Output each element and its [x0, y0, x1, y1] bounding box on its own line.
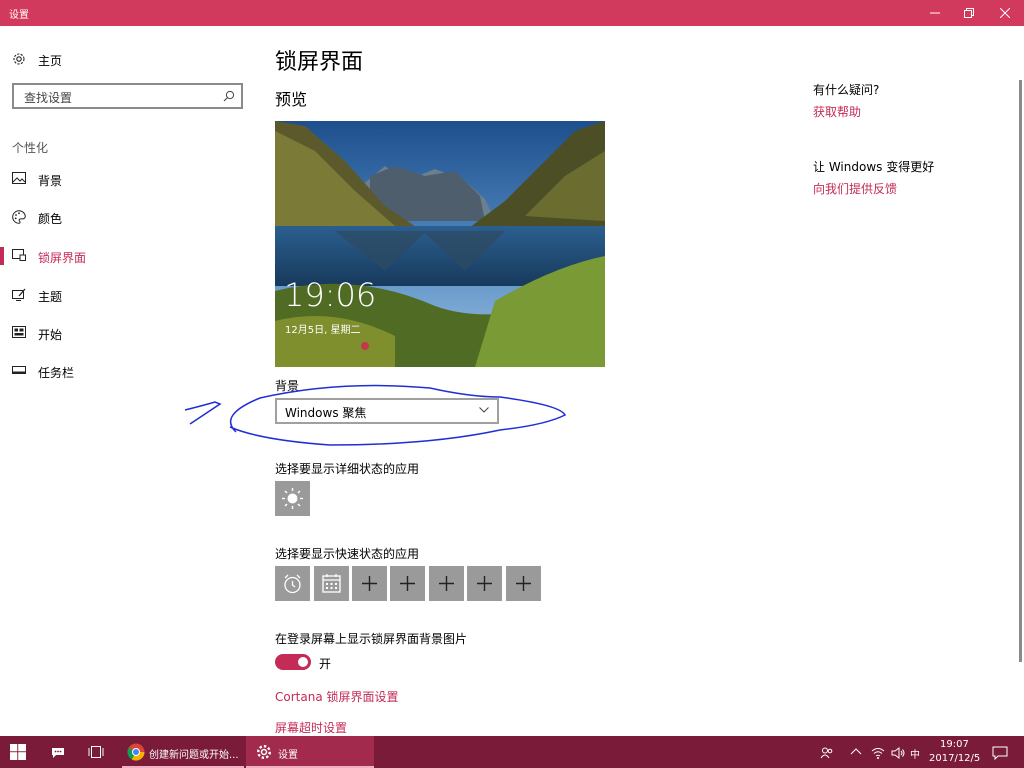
- chat-bubble-icon: [52, 748, 64, 758]
- minimize-button[interactable]: [918, 0, 952, 26]
- sidebar-item-home[interactable]: 主页: [12, 50, 242, 70]
- sidebar-item-colors[interactable]: 颜色: [0, 201, 255, 233]
- picture-icon: [12, 172, 26, 184]
- restore-button[interactable]: [952, 0, 986, 26]
- screen-timeout-link[interactable]: 屏幕超时设置: [275, 719, 347, 736]
- settings-app-label: 设置: [278, 750, 298, 761]
- toggle-state-label: 开: [319, 657, 332, 671]
- clock-date[interactable]: 2017/12/5: [929, 753, 980, 764]
- plus-icon: [400, 576, 415, 591]
- sidebar-item-label: 颜色: [38, 212, 63, 226]
- chrome-icon: [127, 743, 145, 761]
- close-button[interactable]: [988, 0, 1024, 26]
- close-icon: [1000, 8, 1010, 18]
- start-button[interactable]: [0, 736, 36, 768]
- taskbar-icon: [12, 366, 26, 374]
- page-title: 锁屏界面: [275, 50, 364, 75]
- search-input[interactable]: 查找设置: [12, 83, 243, 109]
- people-icon[interactable]: [820, 746, 834, 760]
- quick-status-add-tile[interactable]: [467, 566, 502, 601]
- plus-icon: [516, 576, 531, 591]
- wifi-icon[interactable]: [871, 746, 885, 760]
- sidebar-item-label: 任务栏: [38, 366, 75, 380]
- chevron-down-icon: [479, 407, 489, 413]
- quick-status-add-tile[interactable]: [352, 566, 387, 601]
- detailed-status-weather-tile[interactable]: [275, 481, 310, 516]
- quick-status-alarm-tile[interactable]: [275, 566, 310, 601]
- quick-status-add-tile[interactable]: [506, 566, 541, 601]
- alarm-icon: [284, 574, 301, 594]
- taskbar-settings-app[interactable]: 设置: [246, 736, 374, 768]
- gear-icon: [13, 53, 25, 65]
- detailed-status-label: 选择要显示详细状态的应用: [275, 462, 420, 476]
- sidebar-item-background[interactable]: 背景: [0, 163, 255, 195]
- weather-icon: [282, 488, 303, 509]
- minimize-icon: [930, 12, 940, 14]
- sidebar-item-label: 开始: [38, 328, 63, 342]
- window-title: 设置: [9, 10, 29, 21]
- plus-icon: [477, 576, 492, 591]
- quick-status-add-tile[interactable]: [429, 566, 464, 601]
- lock-screen-preview: 19:06 12月5日, 星期二: [275, 121, 605, 367]
- background-dropdown[interactable]: Windows 聚焦: [275, 398, 499, 424]
- action-center-icon[interactable]: [992, 746, 1008, 760]
- quick-status-calendar-tile[interactable]: [314, 566, 349, 601]
- taskbar: 创建新问题或开始... 设置 中 19:07 2017/12/5: [0, 736, 1024, 768]
- section-label-personalization: 个性化: [12, 141, 49, 155]
- sidebar-item-label: 主题: [38, 290, 63, 304]
- background-dropdown-value: Windows 聚焦: [285, 406, 367, 420]
- sidebar: 主页 查找设置 个性化 背景 颜色 锁屏界面 主题 开始 任务栏: [0, 26, 255, 736]
- toggle-knob: [298, 657, 308, 667]
- ime-indicator[interactable]: 中: [910, 746, 920, 761]
- preview-heading: 预览: [275, 90, 308, 109]
- volume-icon[interactable]: [891, 746, 905, 760]
- palette-icon: [12, 210, 26, 224]
- search-icon[interactable]: [223, 90, 235, 102]
- sidebar-item-label: 锁屏界面: [38, 251, 87, 265]
- sidebar-item-themes[interactable]: 主题: [0, 279, 255, 311]
- sidebar-item-start[interactable]: 开始: [0, 317, 255, 349]
- sidebar-item-label: 背景: [38, 174, 63, 188]
- clock-time[interactable]: 19:07: [940, 739, 969, 750]
- plus-icon: [439, 576, 454, 591]
- background-label: 背景: [275, 379, 300, 393]
- sidebar-item-taskbar[interactable]: 任务栏: [0, 355, 255, 387]
- preview-time: 19:06: [284, 276, 377, 314]
- calendar-icon: [322, 574, 341, 593]
- lock-screen-icon: [12, 249, 26, 261]
- chevron-up-icon[interactable]: [850, 746, 862, 758]
- preview-date: 12月5日, 星期二: [285, 325, 361, 336]
- scrollbar[interactable]: [1019, 80, 1022, 662]
- quick-status-label: 选择要显示快速状态的应用: [275, 547, 420, 561]
- sidebar-item-lock-screen[interactable]: 锁屏界面: [0, 240, 255, 272]
- home-label: 主页: [38, 54, 63, 68]
- task-view-button[interactable]: [78, 736, 114, 768]
- task-view-icon: [88, 746, 104, 758]
- theme-icon: [12, 288, 26, 301]
- chrome-app-label: 创建新问题或开始...: [149, 750, 239, 761]
- active-indicator: [0, 247, 4, 265]
- quick-status-add-tile[interactable]: [390, 566, 425, 601]
- login-background-toggle[interactable]: [275, 654, 311, 670]
- windows-logo-icon: [10, 744, 26, 760]
- plus-icon: [362, 576, 377, 591]
- gear-icon: [256, 744, 272, 760]
- help-question: 有什么疑问?: [813, 83, 880, 97]
- cortana-button[interactable]: [40, 736, 76, 768]
- search-placeholder: 查找设置: [24, 91, 73, 105]
- restore-icon: [964, 8, 974, 18]
- start-icon: [12, 326, 26, 338]
- login-background-label: 在登录屏幕上显示锁屏界面背景图片: [275, 632, 468, 646]
- taskbar-chrome-app[interactable]: 创建新问题或开始...: [122, 736, 244, 768]
- cortana-settings-link[interactable]: Cortana 锁屏界面设置: [275, 688, 399, 705]
- feedback-question: 让 Windows 变得更好: [813, 160, 935, 174]
- get-help-link[interactable]: 获取帮助: [813, 103, 861, 120]
- title-bar: 设置: [0, 0, 1024, 26]
- give-feedback-link[interactable]: 向我们提供反馈: [813, 180, 897, 197]
